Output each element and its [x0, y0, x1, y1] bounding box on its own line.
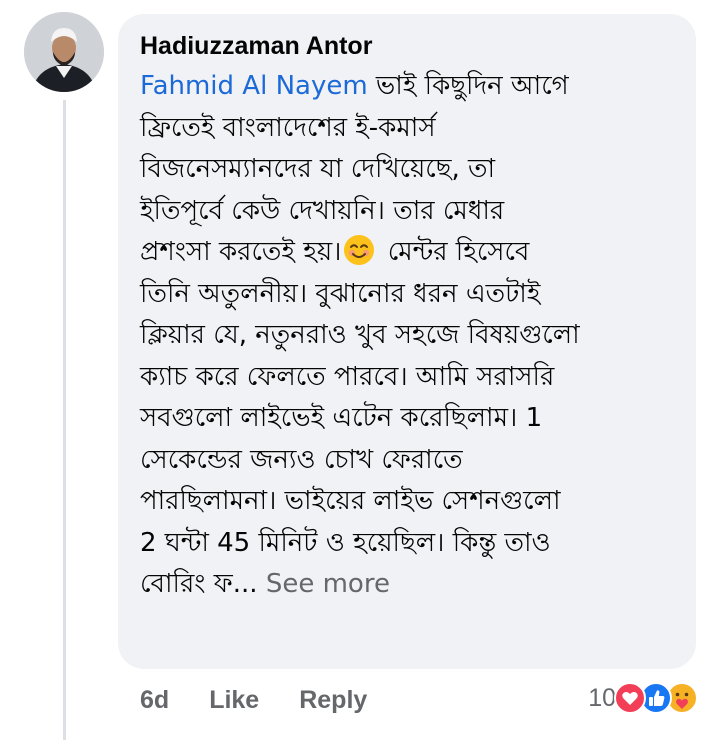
reaction-summary[interactable]: 10	[588, 680, 698, 716]
comment-text-part-2: মেন্টর হিসেবে তিনি অতুলনীয়। বুঝানোর ধরন…	[140, 237, 580, 599]
reaction-count: 10	[588, 683, 616, 712]
mention-link[interactable]: Fahmid Al Nayem	[140, 71, 368, 101]
comment-timestamp[interactable]: 6d	[140, 686, 169, 715]
comment-author[interactable]: Hadiuzzaman Antor	[140, 30, 680, 62]
love-reaction-icon	[614, 682, 646, 714]
comment-thread: Hadiuzzaman Antor Fahmid Al Nayem ভাই কি…	[0, 0, 720, 740]
see-more-link[interactable]: See more	[258, 569, 390, 599]
avatar[interactable]	[24, 12, 104, 92]
reply-button[interactable]: Reply	[299, 686, 367, 715]
comment-bubble: Hadiuzzaman Antor Fahmid Al Nayem ভাই কি…	[118, 14, 696, 669]
comment-text: Fahmid Al Nayem ভাই কিছুদিন আগে ফ্রিতেই …	[140, 66, 680, 606]
thread-line	[63, 100, 66, 740]
smiling-face-emoji-icon	[343, 234, 375, 266]
comment-actions: 6d Like Reply	[140, 680, 367, 720]
like-button[interactable]: Like	[209, 686, 259, 715]
